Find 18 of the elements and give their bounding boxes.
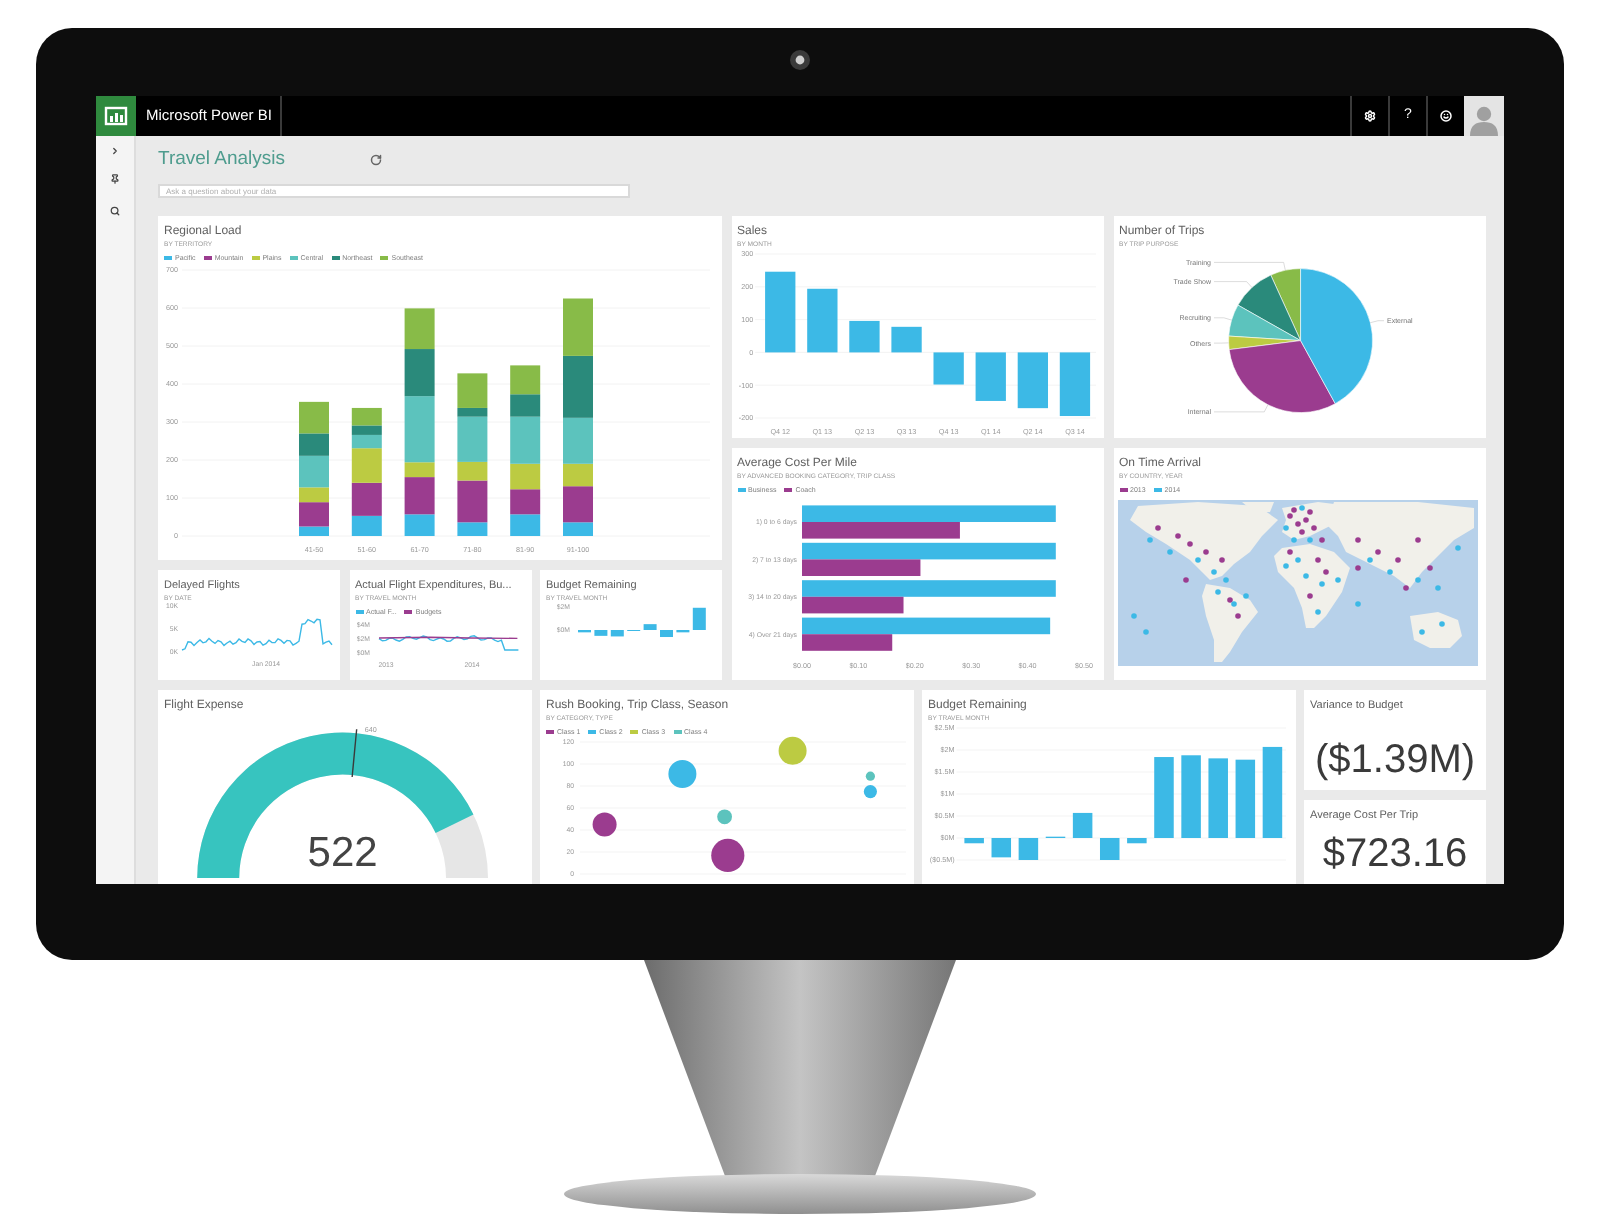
kpi-value: ($1.39M) (1312, 740, 1478, 780)
refresh-icon (370, 154, 383, 166)
leader-line (1212, 317, 1231, 321)
target-marker (351, 728, 358, 778)
person-silhouette-icon (1470, 104, 1498, 136)
leader-line (1212, 262, 1285, 271)
pin-icon (110, 174, 120, 184)
settings-icon (1364, 110, 1376, 122)
dashboard-title: Travel Analysis (158, 148, 286, 172)
search-icon (110, 206, 120, 216)
kpi-value: $723.16 (1320, 834, 1470, 874)
refresh-button[interactable] (369, 153, 384, 167)
chart-bar (660, 630, 673, 637)
leader-line (1212, 404, 1268, 413)
chevron-right-icon (110, 146, 120, 156)
smiley-icon (1440, 110, 1452, 122)
webcam-icon (790, 50, 810, 70)
gauge-value: 522 (307, 830, 378, 876)
